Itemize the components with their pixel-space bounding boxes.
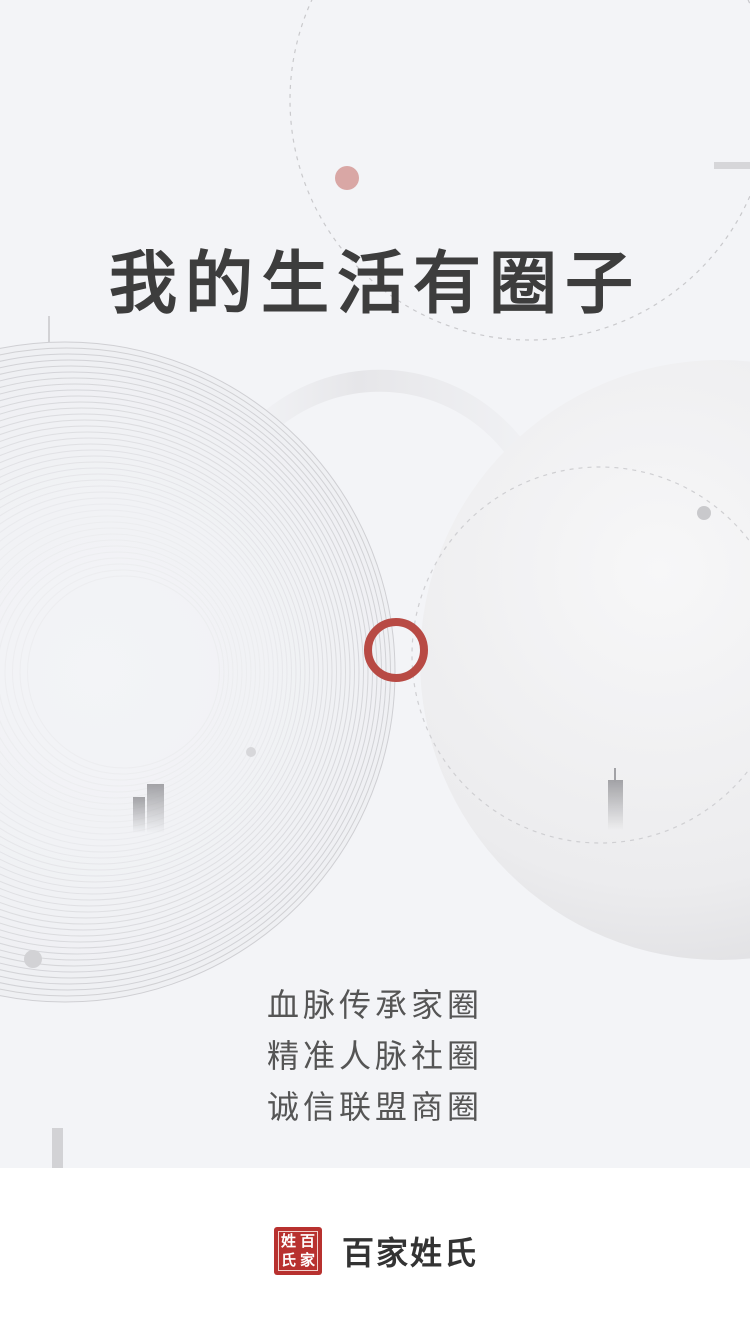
slogan-business: 诚信联盟商圈 <box>266 1088 483 1126</box>
small-grey-dot-left-mid <box>246 747 256 757</box>
small-grey-dot-left-bottom <box>24 950 42 968</box>
seal-char: 百 <box>299 1232 315 1250</box>
grey-bar-bottom-left <box>52 1128 63 1168</box>
small-grey-dot-right <box>697 506 711 520</box>
splash-hero: 我的生活有圈子 血脉传承家圈 精准人脉社圈 诚信联盟商圈 <box>0 0 750 1168</box>
brand-name: 百家姓氏 <box>342 1234 479 1272</box>
seal-char: 氏 <box>280 1251 296 1269</box>
slogan-family: 血脉传承家圈 <box>266 986 483 1024</box>
grey-dash-top-right <box>714 162 750 169</box>
slogan-list: 血脉传承家圈 精准人脉社圈 诚信联盟商圈 <box>0 980 750 1133</box>
headline: 我的生活有圈子 <box>108 244 641 324</box>
footer: 姓 百 氏 家 百家姓氏 <box>0 1168 750 1334</box>
brand-logo: 姓 百 氏 家 百家姓氏 <box>274 1227 478 1275</box>
right-sphere <box>420 360 750 960</box>
seal-char: 姓 <box>280 1232 296 1250</box>
seal-logo-icon: 姓 百 氏 家 <box>274 1227 322 1275</box>
pink-dot <box>335 166 359 190</box>
seal-char: 家 <box>299 1251 315 1269</box>
slogan-social: 精准人脉社圈 <box>266 1037 483 1075</box>
